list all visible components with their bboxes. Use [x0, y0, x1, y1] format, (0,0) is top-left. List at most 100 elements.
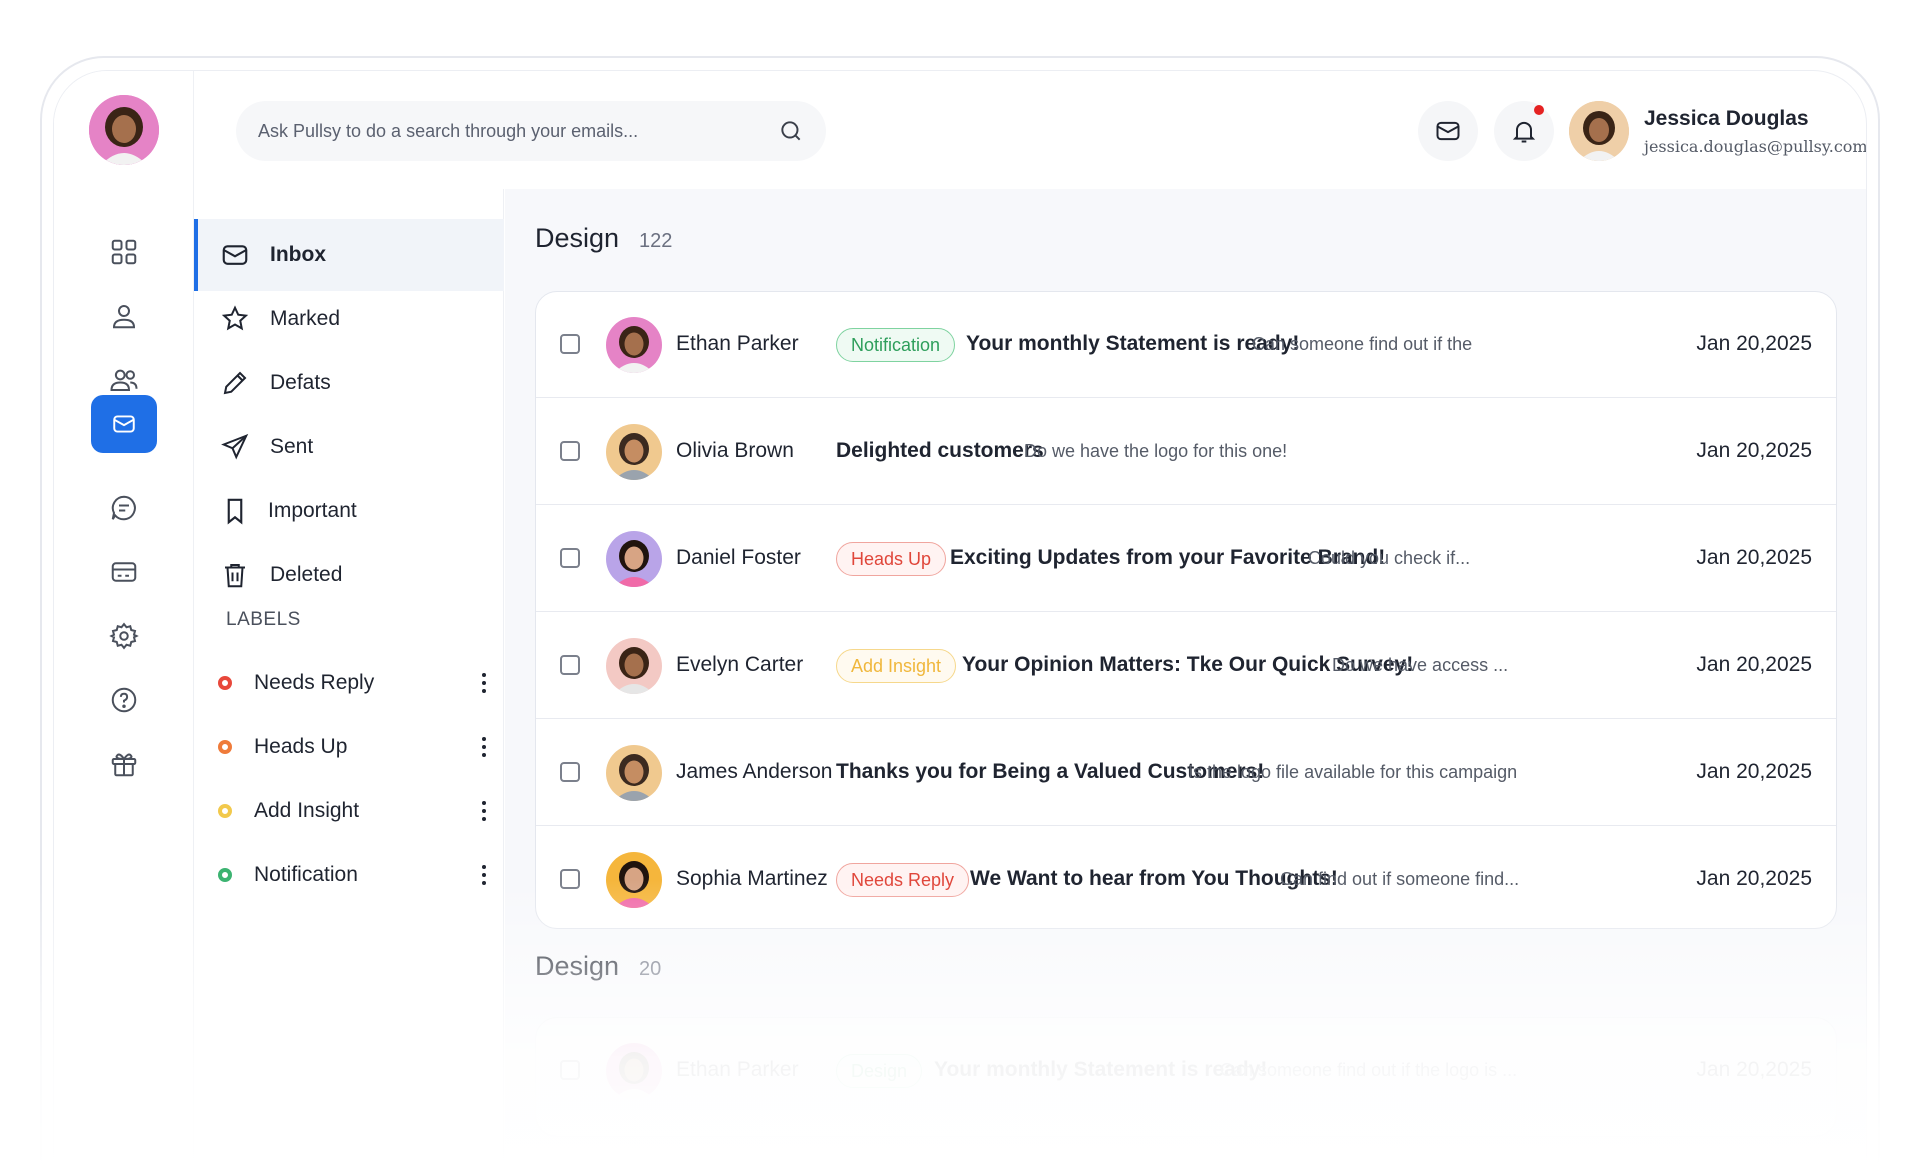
person-icon	[89, 95, 159, 165]
icon-rail	[54, 71, 194, 1174]
sender-name: Evelyn Carter	[676, 653, 804, 676]
email-list: Ethan Parker Notification Your monthly Sta…	[535, 291, 1837, 929]
row-checkbox[interactable]	[560, 441, 580, 461]
more-vertical-icon[interactable]	[480, 735, 488, 759]
mail-icon	[113, 415, 135, 433]
label-dot	[218, 868, 232, 882]
chat-icon	[111, 495, 136, 521]
email-preview: Do we have access ...	[1332, 655, 1509, 675]
sender-avatar	[606, 745, 662, 801]
more-vertical-icon[interactable]	[480, 799, 488, 823]
user-icon	[112, 305, 136, 329]
row-checkbox[interactable]	[560, 869, 580, 889]
email-list-area: Design 122 Ethan Parker Notification Your …	[505, 189, 1866, 1174]
rail-user-button[interactable]	[84, 281, 164, 351]
label-heads-up[interactable]: Heads Up	[218, 727, 488, 767]
gift-icon	[111, 753, 137, 777]
sender-avatar	[606, 424, 662, 480]
user-name: Jessica Douglas	[1644, 107, 1809, 130]
row-checkbox[interactable]	[560, 1060, 580, 1080]
user-email: jessica.douglas@pullsy.com	[1644, 137, 1867, 156]
settings-icon	[109, 622, 139, 650]
rail-mail-button[interactable]	[91, 395, 157, 453]
email-date: Jan 20,2025	[1696, 1058, 1812, 1081]
sender-name: Daniel Foster	[676, 546, 801, 569]
email-date: Jan 20,2025	[1696, 439, 1812, 462]
label-notification[interactable]: Notification	[218, 855, 488, 895]
email-date: Jan 20,2025	[1696, 332, 1812, 355]
rail-gift-button[interactable]	[84, 729, 164, 799]
row-checkbox[interactable]	[560, 762, 580, 782]
labels-heading: LABELS	[226, 609, 301, 630]
section-count: 122	[639, 230, 673, 252]
nav-item-label: Sent	[270, 435, 314, 458]
email-list: Ethan Parker Design Your monthly Statement…	[535, 1017, 1837, 1137]
trash-icon	[225, 564, 245, 588]
sender-avatar	[606, 1043, 662, 1099]
more-vertical-icon[interactable]	[480, 863, 488, 887]
mail-icon	[1436, 121, 1460, 141]
label-add-insight[interactable]: Add Insight	[218, 791, 488, 831]
email-row[interactable]: Daniel Foster Heads Up Exciting Updates fr…	[536, 506, 1836, 612]
person-icon	[1569, 101, 1629, 161]
pencil-icon	[223, 371, 247, 395]
tag-badge[interactable]: Notification	[836, 328, 956, 362]
rail-dashboard-button[interactable]	[84, 217, 164, 287]
row-checkbox[interactable]	[560, 334, 580, 354]
email-subject: Your monthly Statement is ready!	[966, 332, 1300, 355]
rail-settings-button[interactable]	[84, 601, 164, 671]
sender-avatar	[606, 531, 662, 587]
email-row[interactable]: Evelyn Carter Add Insight Your Opinion Mat…	[536, 613, 1836, 719]
sender-avatar	[606, 317, 662, 373]
dashboard-icon	[111, 239, 137, 265]
email-preview: Could you check if...	[1308, 548, 1471, 568]
notifications-button[interactable]	[1494, 101, 1554, 161]
label-dot	[218, 676, 232, 690]
email-row[interactable]: Ethan Parker Design Your monthly Statement…	[536, 1018, 1836, 1124]
nav-item-sent[interactable]: Sent	[194, 411, 504, 483]
email-row[interactable]: Ethan Parker Notification Your monthly Sta…	[536, 292, 1836, 398]
email-row[interactable]: Olivia Brown Delighted customers Do we hav…	[536, 399, 1836, 505]
email-row[interactable]: James Anderson Thanks you for Being a Val…	[536, 720, 1836, 826]
messages-button[interactable]	[1418, 101, 1478, 161]
users-icon	[110, 369, 138, 391]
nav-item-label: Marked	[270, 307, 341, 330]
more-vertical-icon[interactable]	[480, 671, 488, 695]
rail-chat-button[interactable]	[84, 473, 164, 543]
email-date: Jan 20,2025	[1696, 653, 1812, 676]
sender-name: Ethan Parker	[676, 1058, 799, 1081]
row-checkbox[interactable]	[560, 548, 580, 568]
sender-name: Sophia Martinez	[676, 867, 828, 890]
notification-dot	[1534, 105, 1544, 115]
tag-badge[interactable]: Heads Up	[836, 542, 947, 576]
tag-badge[interactable]: Add Insight	[836, 649, 957, 683]
rail-card-button[interactable]	[84, 537, 164, 607]
nav-item-inbox[interactable]: Inbox	[194, 219, 504, 291]
user-avatar[interactable]	[1569, 101, 1629, 161]
section-header: Design 122	[535, 223, 672, 254]
app-window: Ask Pullsy to do a search through your e…	[53, 70, 1867, 1174]
nav-item-drafts[interactable]: Defats	[194, 347, 504, 419]
email-preview: Is the logo file available for this camp…	[1188, 762, 1518, 782]
profile-avatar[interactable]	[89, 95, 159, 165]
bell-icon	[1512, 121, 1536, 143]
tag-badge[interactable]: Design	[836, 1054, 923, 1088]
email-row[interactable]: Sophia Martinez Needs Reply We Want to hea…	[536, 827, 1836, 928]
star-icon	[221, 305, 249, 331]
label-text: Heads Up	[254, 735, 348, 758]
nav-item-important[interactable]: Important	[194, 475, 504, 547]
search-icon[interactable]	[778, 118, 804, 144]
search-bar[interactable]: Ask Pullsy to do a search through your e…	[236, 101, 826, 161]
tag-badge[interactable]: Needs Reply	[836, 863, 970, 897]
sender-name: Ethan Parker	[676, 332, 799, 355]
email-subject: Your monthly Statement is ready!	[934, 1058, 1268, 1081]
mail-icon	[222, 245, 248, 265]
row-checkbox[interactable]	[560, 655, 580, 675]
label-needs-reply[interactable]: Needs Reply	[218, 663, 488, 703]
nav-item-marked[interactable]: Marked	[194, 283, 504, 355]
label-text: Notification	[254, 863, 358, 886]
search-input[interactable]: Ask Pullsy to do a search through your e…	[258, 121, 778, 142]
nav-item-label: Defats	[270, 371, 331, 394]
rail-help-button[interactable]	[84, 665, 164, 735]
nav-item-deleted[interactable]: Deleted	[194, 539, 504, 611]
